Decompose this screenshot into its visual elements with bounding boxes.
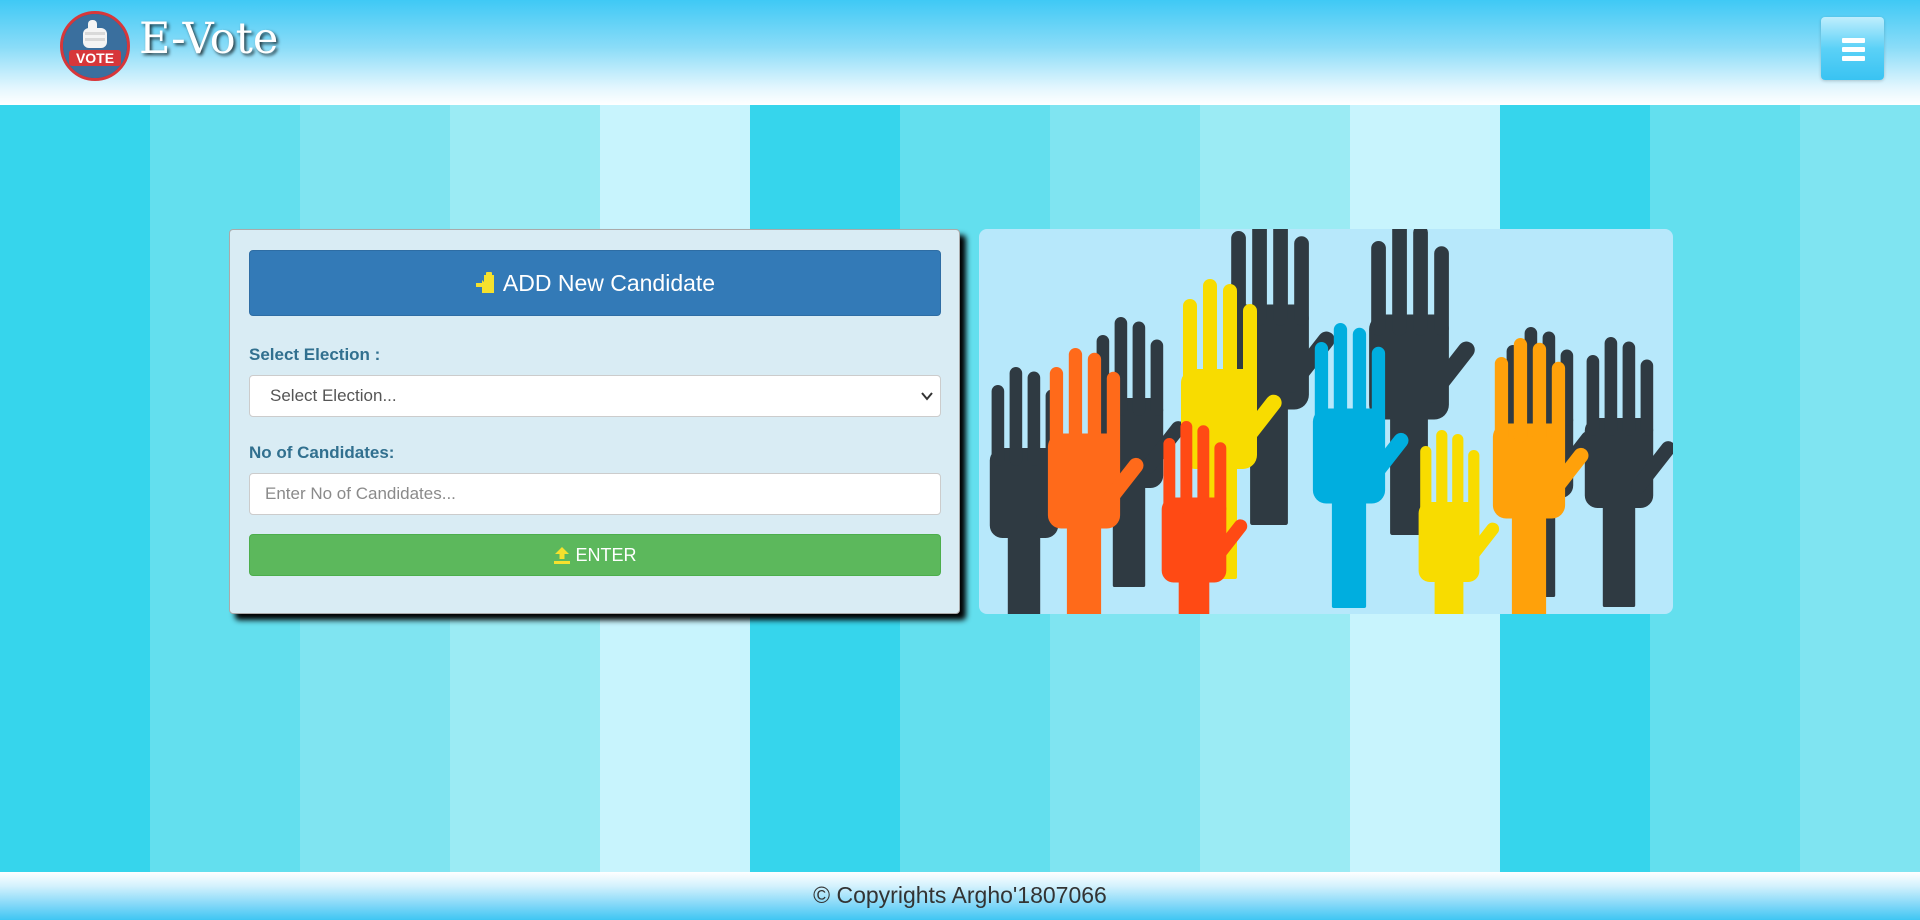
add-user-icon — [475, 272, 494, 293]
chevron-down-icon — [921, 392, 933, 401]
background-stripe — [0, 105, 150, 872]
select-election-label: Select Election : — [249, 345, 381, 364]
top-navbar: VOTE E-Vote — [0, 0, 1920, 105]
brand-title[interactable]: E-Vote — [139, 18, 278, 61]
candidates-count-placeholder: Enter No of Candidates... — [265, 484, 456, 503]
footer: © Copyrights Argho'1807066 — [0, 872, 1920, 920]
hamburger-icon — [1842, 38, 1865, 43]
svg-text:VOTE: VOTE — [76, 50, 114, 66]
add-candidate-card: ADD New Candidate Select Election : Sele… — [229, 229, 960, 614]
candidates-count-label: No of Candidates: — [249, 443, 395, 462]
upload-icon — [554, 547, 571, 564]
background-stripe — [1800, 105, 1920, 872]
enter-button[interactable]: ENTER — [249, 534, 941, 576]
hamburger-icon — [1842, 56, 1865, 61]
copyright-text: © Copyrights Argho'1807066 — [813, 882, 1107, 908]
candidates-count-input[interactable]: Enter No of Candidates... — [249, 473, 941, 515]
raised-hands-image — [979, 229, 1673, 614]
vote-logo-icon[interactable]: VOTE — [60, 11, 130, 81]
enter-button-label: ENTER — [575, 544, 637, 565]
menu-toggle-button[interactable] — [1821, 17, 1884, 80]
election-select[interactable]: Select Election... — [249, 375, 941, 417]
add-candidate-title: ADD New Candidate — [502, 269, 716, 296]
hamburger-icon — [1842, 47, 1865, 52]
election-select-value: Select Election... — [270, 386, 397, 405]
add-candidate-heading-button[interactable]: ADD New Candidate — [249, 250, 941, 316]
